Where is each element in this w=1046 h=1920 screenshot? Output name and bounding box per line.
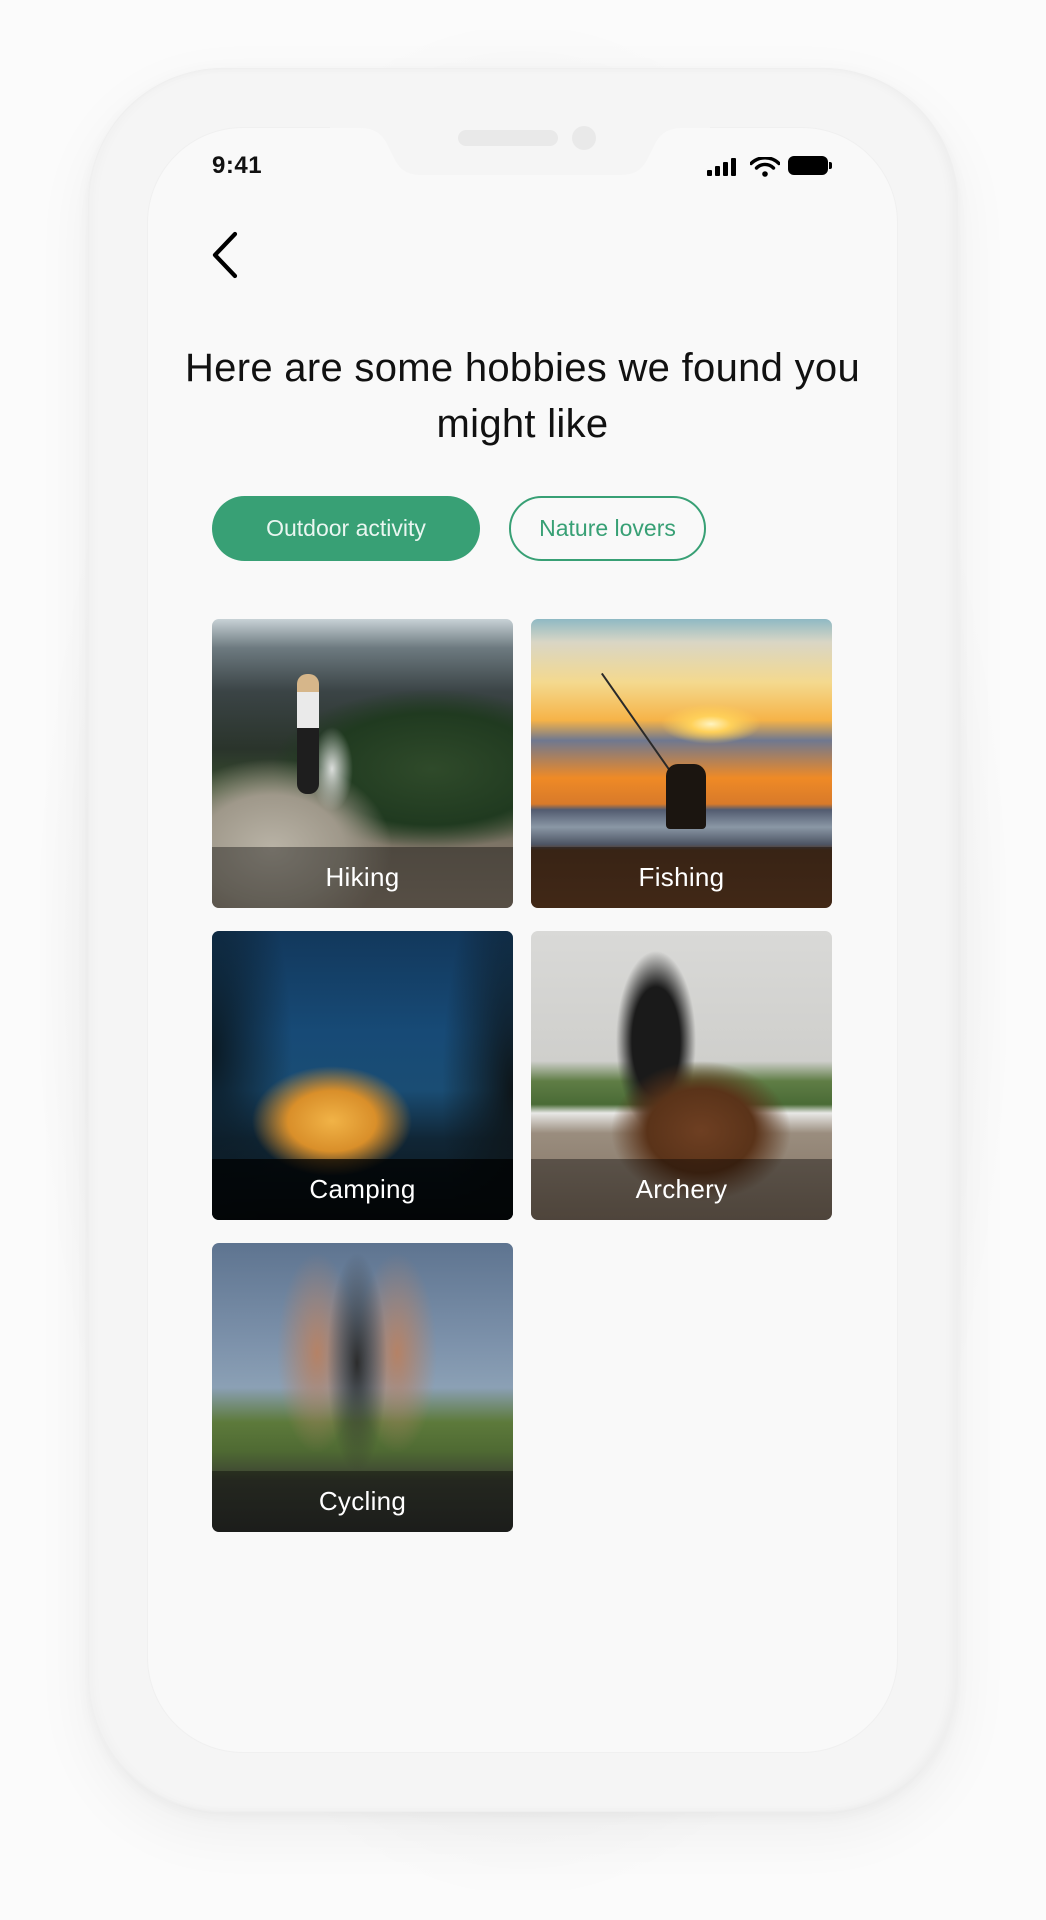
hobby-label-band: Hiking (212, 847, 513, 908)
hobby-card-camping[interactable]: Camping (212, 931, 513, 1220)
hobby-card-cycling[interactable]: Cycling (212, 1243, 513, 1532)
filter-chip-label: Outdoor activity (266, 515, 426, 541)
hobby-label: Fishing (638, 862, 725, 892)
filter-chip-nature-lovers[interactable]: Nature lovers (509, 496, 706, 561)
hobby-label-band: Camping (212, 1159, 513, 1220)
filter-chip-outdoor-activity[interactable]: Outdoor activity (212, 496, 480, 561)
hobby-label: Camping (309, 1174, 416, 1204)
hobby-label-band: Fishing (531, 847, 832, 908)
hobby-card-archery[interactable]: Archery (531, 931, 832, 1220)
wifi-icon (750, 157, 780, 177)
hobby-label: Cycling (318, 1486, 407, 1516)
device-camera (572, 126, 596, 150)
hobby-label: Hiking (325, 862, 400, 892)
chevron-left-icon (212, 231, 238, 279)
cellular-signal-icon (707, 158, 739, 176)
battery-cap (829, 162, 832, 169)
status-time: 9:41 (212, 152, 263, 179)
back-button[interactable] (203, 226, 247, 282)
status-icons (707, 155, 835, 177)
hobby-card-fishing[interactable]: Fishing (531, 619, 832, 908)
battery-icon (788, 156, 828, 175)
hobby-label: Archery (635, 1174, 728, 1204)
hobby-label-band: Archery (531, 1159, 832, 1220)
filter-chip-label: Nature lovers (539, 515, 676, 541)
page-title: Here are some hobbies we found you might… (184, 346, 861, 446)
hobby-label-band: Cycling (212, 1471, 513, 1532)
hobby-card-hiking[interactable]: Hiking (212, 619, 513, 908)
device-speaker (458, 130, 558, 146)
